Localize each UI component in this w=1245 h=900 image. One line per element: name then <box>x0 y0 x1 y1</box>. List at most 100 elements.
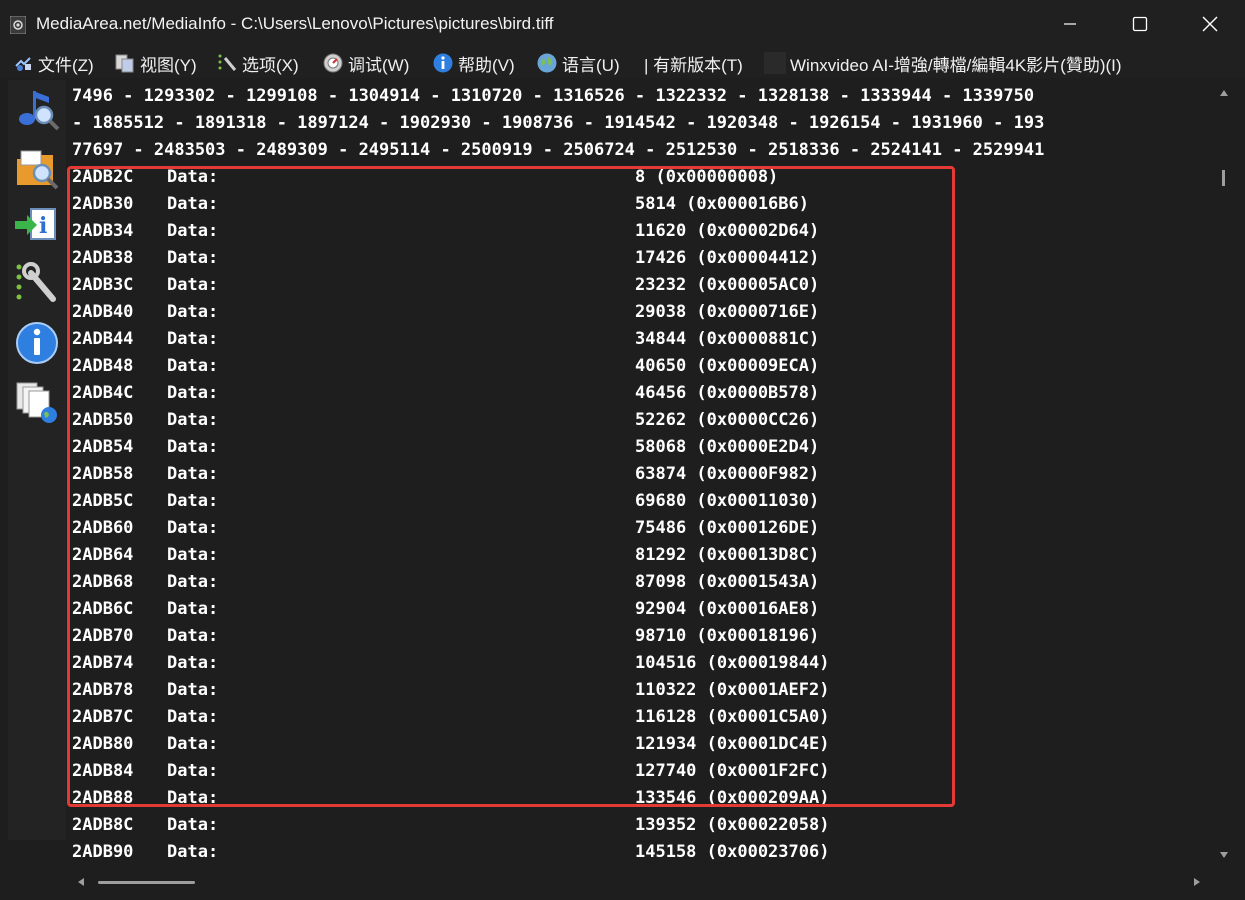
row-label: Data: <box>167 464 219 484</box>
row-address: 2ADB80 <box>72 734 134 754</box>
menu-language-label: 语言(U) <box>562 55 620 75</box>
top-line: 77697 - 2483503 - 2489309 - 2495114 - 25… <box>72 140 1045 160</box>
view-icon <box>114 52 136 74</box>
sidebar-open-folder-button[interactable] <box>10 142 64 196</box>
row-address: 2ADB44 <box>72 329 134 349</box>
row-label: Data: <box>167 329 219 349</box>
row-label: Data: <box>167 491 219 511</box>
folder-search-icon <box>17 150 59 190</box>
info-circle-icon <box>16 322 58 364</box>
close-button[interactable] <box>1175 0 1245 48</box>
row-value: 29038 (0x0000716E) <box>635 302 820 322</box>
row-address: 2ADB8C <box>72 815 134 835</box>
row-address: 2ADB48 <box>72 356 134 376</box>
row-address: 2ADB6C <box>72 599 134 619</box>
row-label: Data: <box>167 302 219 322</box>
sidebar-open-file-button[interactable] <box>10 82 64 136</box>
tools-icon <box>216 52 238 74</box>
row-label: Data: <box>167 572 219 592</box>
scroll-up-icon[interactable] <box>1219 88 1229 98</box>
row-address: 2ADB54 <box>72 437 134 457</box>
row-address: 2ADB68 <box>72 572 134 592</box>
row-value: 92904 (0x00016AE8) <box>635 599 820 619</box>
row-address: 2ADB60 <box>72 518 134 538</box>
row-address: 2ADB40 <box>72 302 134 322</box>
text-view[interactable]: 7496 - 1293302 - 1299108 - 1304914 - 131… <box>66 80 1211 868</box>
menu-new-version-label: | 有新版本(T) <box>644 55 743 75</box>
row-label: Data: <box>167 788 219 808</box>
close-icon <box>1202 16 1218 32</box>
row-label: Data: <box>167 383 219 403</box>
row-address: 2ADB78 <box>72 680 134 700</box>
row-label: Data: <box>167 707 219 727</box>
row-address: 2ADB70 <box>72 626 134 646</box>
horizontal-scroll-thumb[interactable] <box>98 881 195 884</box>
row-address: 2ADB4C <box>72 383 134 403</box>
menu-language[interactable]: 语言(U) <box>536 50 620 76</box>
row-value: 17426 (0x00004412) <box>635 248 820 268</box>
top-line: 7496 - 1293302 - 1299108 - 1304914 - 131… <box>72 86 1035 106</box>
menu-options[interactable]: 选项(X) <box>216 50 299 76</box>
menu-debug[interactable]: 调试(W) <box>322 50 409 76</box>
row-value: 75486 (0x000126DE) <box>635 518 820 538</box>
sidebar-about-button[interactable] <box>10 316 64 370</box>
row-value: 110322 (0x0001AEF2) <box>635 680 830 700</box>
row-address: 2ADB90 <box>72 842 134 862</box>
minimize-button[interactable] <box>1035 0 1105 48</box>
top-line: - 1885512 - 1891318 - 1897124 - 1902930 … <box>72 113 1045 133</box>
menu-file-label: 文件(Z) <box>38 55 94 75</box>
speaker-icon[interactable] <box>10 16 26 34</box>
web-docs-icon <box>16 382 57 423</box>
row-label: Data: <box>167 518 219 538</box>
row-label: Data: <box>167 761 219 781</box>
row-address: 2ADB34 <box>72 221 134 241</box>
row-label: Data: <box>167 167 219 187</box>
menu-help[interactable]: 帮助(V) <box>432 50 515 76</box>
scroll-right-icon[interactable] <box>1192 877 1202 887</box>
menu-file[interactable]: 文件(Z) <box>12 50 94 76</box>
horizontal-scrollbar[interactable] <box>66 868 1211 896</box>
scroll-left-icon[interactable] <box>76 877 86 887</box>
row-value: 104516 (0x00019844) <box>635 653 830 673</box>
info-icon <box>432 52 454 74</box>
row-value: 40650 (0x00009ECA) <box>635 356 820 376</box>
row-value: 63874 (0x0000F982) <box>635 464 820 484</box>
row-value: 58068 (0x0000E2D4) <box>635 437 820 457</box>
svg-text:i: i <box>39 213 47 239</box>
vertical-scrollbar[interactable] <box>1211 80 1237 868</box>
vertical-scroll-thumb[interactable] <box>1222 170 1225 186</box>
row-address: 2ADB7C <box>72 707 134 727</box>
scroll-down-icon[interactable] <box>1219 850 1229 860</box>
globe-icon <box>536 52 558 74</box>
row-label: Data: <box>167 734 219 754</box>
row-label: Data: <box>167 680 219 700</box>
menu-sponsor[interactable]: Winxvideo AI-增強/轉檔/編輯4K影片(贊助)(I) <box>764 50 1122 76</box>
export-info-icon: i <box>15 208 56 240</box>
row-value: 145158 (0x00023706) <box>635 842 830 862</box>
sidebar-toolbar: i <box>8 80 66 840</box>
music-search-icon <box>19 91 60 131</box>
row-address: 2ADB74 <box>72 653 134 673</box>
menu-view[interactable]: 视图(Y) <box>114 50 197 76</box>
menu-options-label: 选项(X) <box>242 55 299 75</box>
window-title: MediaArea.net/MediaInfo - C:\Users\Lenov… <box>36 14 554 33</box>
sidebar-web-button[interactable] <box>10 374 64 428</box>
row-address: 2ADB64 <box>72 545 134 565</box>
wrench-icon <box>16 262 56 302</box>
menu-debug-label: 调试(W) <box>348 55 410 75</box>
row-address: 2ADB50 <box>72 410 134 430</box>
row-label: Data: <box>167 437 219 457</box>
row-label: Data: <box>167 815 219 835</box>
row-value: 133546 (0x000209AA) <box>635 788 830 808</box>
menu-view-label: 视图(Y) <box>140 55 197 75</box>
maximize-button[interactable] <box>1105 0 1175 48</box>
row-address: 2ADB3C <box>72 275 134 295</box>
row-address: 2ADB30 <box>72 194 134 214</box>
sidebar-export-button[interactable]: i <box>10 198 64 252</box>
row-value: 81292 (0x00013D8C) <box>635 545 820 565</box>
sidebar-preferences-button[interactable] <box>10 256 64 310</box>
menu-new-version[interactable]: | 有新版本(T) <box>644 50 743 76</box>
row-value: 98710 (0x00018196) <box>635 626 820 646</box>
row-label: Data: <box>167 653 219 673</box>
row-value: 34844 (0x0000881C) <box>635 329 820 349</box>
